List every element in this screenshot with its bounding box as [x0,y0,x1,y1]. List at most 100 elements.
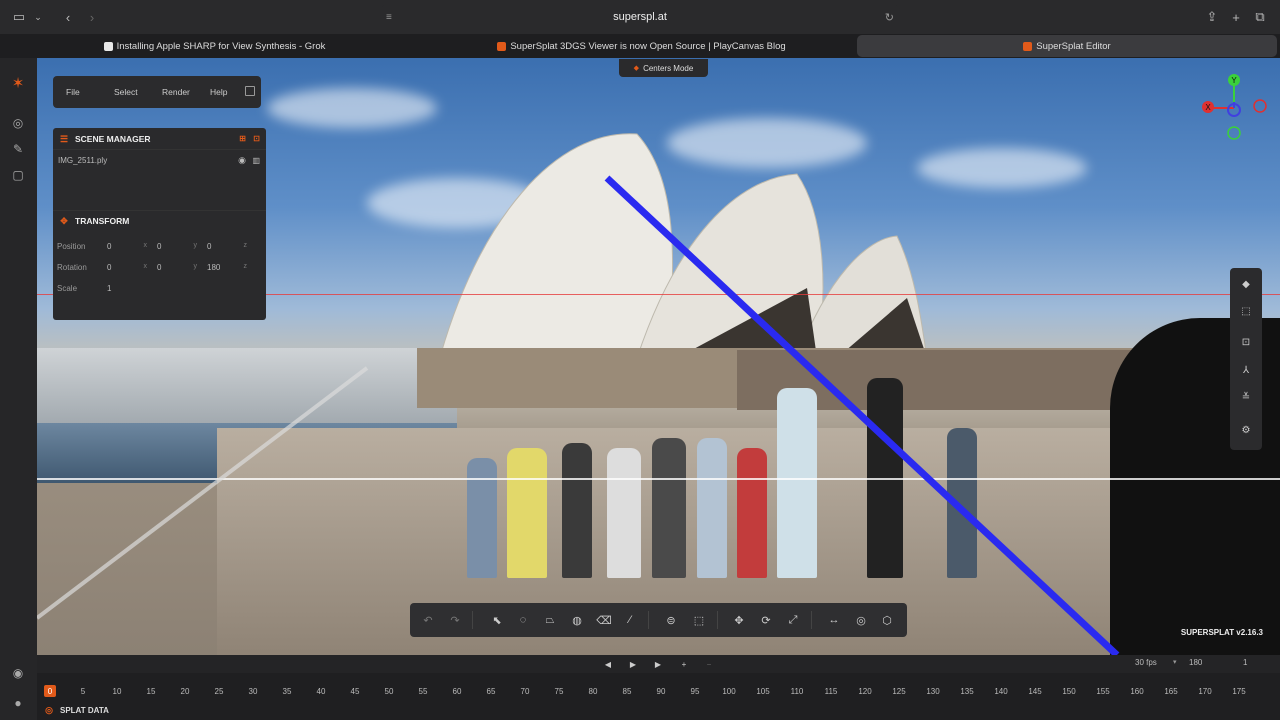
centers-mode-label: Centers Mode [643,63,694,73]
position-z-input[interactable]: 0z [207,242,257,251]
scene-manager-header: ☰ SCENE MANAGER ⊞ ⊡ [53,129,266,149]
panel-toggle-icon[interactable] [245,86,255,96]
measure-icon[interactable]: ↔ [826,612,842,628]
eye-icon[interactable]: ◉ [238,155,246,166]
centers-mode-indicator[interactable]: ◆ Centers Mode [619,59,708,77]
timeline-tick-label: 30 [248,687,258,696]
pointer-icon[interactable]: ⬉ [489,612,505,628]
page-settings-icon[interactable]: ≡ [386,12,392,23]
timeline-tick-label: 105 [756,687,770,696]
sphere-icon[interactable]: ◍ [569,612,585,628]
eraser-icon[interactable]: ⌫ [596,612,612,628]
trash-icon[interactable]: ▥ [252,156,260,165]
timeline-tick-label: 145 [1028,687,1042,696]
current-frame-marker[interactable]: 0 [44,685,56,697]
move-icon: ✥ [60,215,68,226]
splat-data-icon: ◎ [45,704,53,715]
menu-select[interactable]: Select [101,87,149,97]
timeline-tick-label: 15 [146,687,156,696]
tab-grok[interactable]: Installing Apple SHARP for View Synthesi… [3,35,426,57]
scale-input[interactable]: 1 [107,284,157,293]
tab-supersplat-editor[interactable]: SuperSplat Editor [857,35,1277,57]
browser-toolbar: ▭ ⌄ ‹ › ≡ superspl.at ↻ ⇪ + ⧉ [0,0,1280,34]
scale-row: Scale 1 [57,279,262,297]
rotation-y-input[interactable]: 0y [157,263,207,272]
reload-icon[interactable]: ↻ [885,11,894,24]
url-text: superspl.at [613,11,667,23]
timeline-tick-label: 60 [452,687,462,696]
menu-render[interactable]: Render [149,87,197,97]
timeline-tick-label: 5 [80,687,86,696]
timeline-tick-label: 45 [350,687,360,696]
transform-header: ✥ TRANSFORM [53,210,266,230]
supersplat-logo-icon[interactable]: ✶ [9,74,27,92]
frame-select-icon[interactable]: ⬚ [1238,303,1254,319]
frame-count-input[interactable]: 180 [1189,658,1202,667]
play-icon[interactable]: ▶ [627,658,639,670]
polygon-icon[interactable]: ⏢ [542,612,558,628]
rotation-x-input[interactable]: 0x [107,263,157,272]
position-y-input[interactable]: 0y [157,242,207,251]
tab-playcanvas-blog[interactable]: SuperSplat 3DGS Viewer is now Open Sourc… [432,35,851,57]
tab-overview-icon[interactable]: ⧉ [1252,9,1268,25]
add-keyframe-icon[interactable]: + [678,658,690,670]
rect-icon[interactable]: ⬚ [691,612,707,628]
axes-icon[interactable]: ⅄ [1238,362,1254,378]
brush-icon[interactable]: ✎ [9,140,27,158]
menu-file[interactable]: File [53,87,101,97]
lasso-icon[interactable]: ◌ [515,612,531,628]
timeline-tick-label: 40 [316,687,326,696]
scene-manager-panel: ☰ SCENE MANAGER ⊞ ⊡ IMG_2511.ply ◉ ▥ ✥ T… [53,128,266,320]
timeline-controls: ◀ ▶ ▶ + − 30 fps ▾ 180 1 [37,655,1280,673]
move-icon[interactable]: ✥ [731,612,747,628]
eyedropper-icon[interactable]: ⁄ [622,612,638,628]
back-icon[interactable]: ‹ [60,9,76,25]
focus-icon[interactable]: ⊡ [1238,334,1254,350]
timeline-tick-label: 150 [1062,687,1076,696]
divider [472,611,473,629]
timeline-ruler[interactable]: 5 10 15 20 25 30 35 40 45 50 55 60 65 70 75 80 85 90 95 100… [37,673,1280,701]
timeline-tick-label: 160 [1130,687,1144,696]
globe-icon[interactable]: ◎ [853,612,869,628]
scene-item[interactable]: IMG_2511.ply ◉ ▥ [53,149,266,171]
remove-keyframe-icon[interactable]: − [703,658,715,670]
timeline-tick-label: 110 [790,687,804,696]
splat-data-bar[interactable]: ◎ SPLAT DATA [37,701,1280,720]
redo-icon[interactable]: ↷ [447,612,463,628]
position-x-input[interactable]: 0x [107,242,157,251]
compass-icon[interactable]: ◎ [9,114,27,132]
menu-help[interactable]: Help [197,87,245,97]
timeline-tick-label: 85 [622,687,632,696]
gizmo-neg-y-icon [1227,126,1241,140]
rotation-z-input[interactable]: 180 z [207,263,257,272]
scale-icon[interactable]: ⤢ [785,612,801,628]
splat-data-label: SPLAT DATA [60,706,109,715]
new-tab-icon[interactable]: + [1228,9,1244,25]
rotate-icon[interactable]: ⟳ [758,612,774,628]
account-icon[interactable]: ● [9,694,27,712]
folder-icon[interactable]: ▢ [9,166,27,184]
sliders-icon[interactable]: ≚ [1238,389,1254,405]
cube-icon[interactable]: ⬡ [879,612,895,628]
next-keyframe-icon[interactable]: ▶ [652,658,664,670]
gizmo-neg-x-icon [1253,99,1267,113]
orientation-gizmo[interactable]: Y X [1200,72,1272,144]
forward-icon[interactable]: › [84,9,100,25]
gear-icon[interactable]: ⚙ [1238,422,1254,438]
chevron-down-icon[interactable]: ▾ [1173,658,1177,666]
chevron-down-icon[interactable]: ⌄ [30,9,46,25]
add-icon[interactable]: ⊞ [239,134,246,143]
prev-keyframe-icon[interactable]: ◀ [602,658,614,670]
diamond-icon[interactable]: ◆ [1238,276,1254,292]
address-bar[interactable]: ≡ superspl.at ↻ [380,5,900,29]
collapse-icon[interactable]: ⊡ [253,134,260,143]
speed-input[interactable]: 1 [1243,658,1247,667]
box-icon[interactable]: ⊜ [663,612,679,628]
share-icon[interactable]: ⇪ [1204,9,1220,25]
timeline-tick-label: 125 [892,687,906,696]
discord-icon[interactable]: ◉ [9,664,27,682]
mode-dot-icon: ◆ [633,65,640,72]
undo-icon[interactable]: ↶ [420,612,436,628]
sidebar-toggle-icon[interactable]: ▭ [11,9,27,25]
fps-select[interactable]: 30 fps [1135,658,1157,667]
